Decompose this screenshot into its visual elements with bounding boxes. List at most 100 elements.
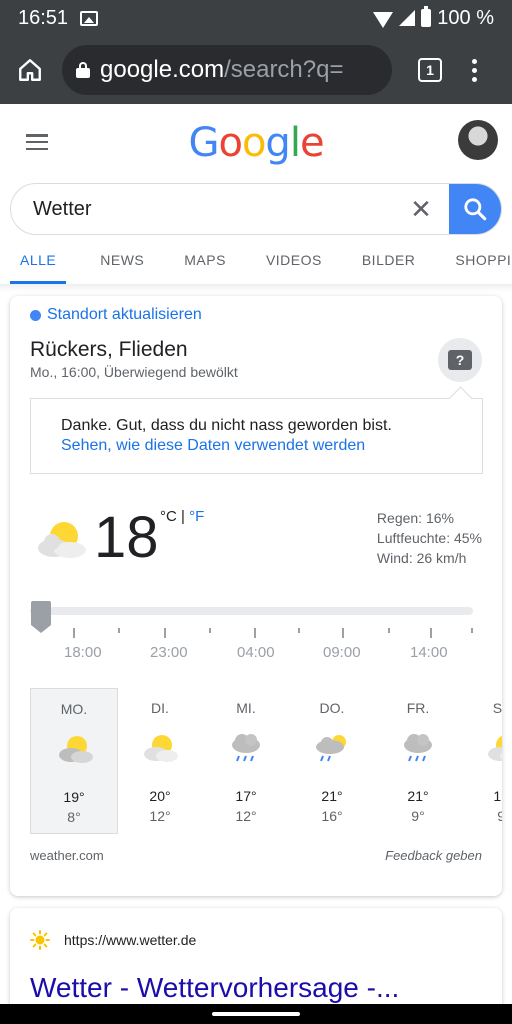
time-slider-handle[interactable] [31,601,51,633]
search-icon [464,198,487,221]
partly-cloudy-icon [38,522,86,558]
time-label: 23:00 [150,644,188,661]
home-gesture-pill[interactable] [212,1012,300,1016]
result-url[interactable]: https://www.wetter.de [64,932,196,948]
time-ticks [30,628,473,638]
url-path: /search?q= [224,56,344,83]
partly-cloudy-icon [144,735,178,762]
feedback-link[interactable]: Feedback geben [385,848,482,863]
tab-news[interactable]: NEWS [100,240,144,284]
tab-switcher-button[interactable]: 1 [418,58,442,82]
forecast-day[interactable]: DI. 20° 12° [116,688,204,834]
partly-cloudy-icon [59,736,93,763]
google-header: Google [0,104,512,182]
overflow-menu-button[interactable] [472,58,477,82]
time-label: 18:00 [64,644,102,661]
status-icons: 100 % [373,6,494,30]
forecast-day[interactable]: FR. 21° 9° [374,688,462,834]
home-button[interactable] [14,54,46,86]
forecast-day[interactable]: DO. 21° 16° [288,688,376,834]
day-high: 17° [235,788,257,804]
current-temperature: 18 [94,505,159,570]
day-low: 9° [411,808,425,824]
day-name: DI. [151,700,169,716]
unit-separator: | [181,508,185,525]
tab-shopping[interactable]: SHOPPING [455,240,512,284]
clear-search-icon[interactable]: ✕ [401,189,441,229]
humidity-stat: Luftfeuchte: 45% [376,530,482,546]
update-location-label: Standort aktualisieren [47,306,202,323]
url-domain: google.com [100,56,225,83]
day-name: DO. [319,700,345,716]
android-nav-bar [0,1004,512,1024]
rain-cloud-icon [232,734,260,762]
result-title-link[interactable]: Wetter - Wettervorhersage -... [30,972,399,1004]
forecast-day[interactable]: SA. 19° 9° [460,688,502,834]
search-button[interactable] [449,184,501,234]
google-logo[interactable]: Google [0,120,512,166]
wifi-icon [373,12,394,28]
question-icon: ? [448,350,472,370]
weather-subtitle: Mo., 16:00, Überwiegend bewölkt [30,364,238,380]
search-tabs: ALLE NEWS MAPS VIDEOS BILDER SHOPPING [0,240,512,284]
rain-sun-cloud-icon [316,735,346,762]
day-low: 12° [149,808,171,824]
weather-location: Rückers, Flieden [30,338,188,361]
daily-forecast: MO. 19° 8° DI. 20° 12° MI. 17° 12° DO. 2… [30,688,502,834]
time-label: 04:00 [237,644,275,661]
day-name: FR. [406,700,430,716]
day-name: MO. [60,701,88,717]
update-location-link[interactable]: Standort aktualisieren [30,306,202,324]
feedback-bubble: Danke. Gut, dass du nicht nass geworden … [30,398,483,474]
tabs-shadow [0,284,512,292]
time-labels: 18:00 23:00 04:00 09:00 14:00 [30,644,490,664]
location-dot-icon [30,309,41,321]
status-bar: 16:51 100 % [0,0,512,36]
account-avatar[interactable] [458,120,498,160]
forecast-day[interactable]: MI. 17° 12° [202,688,290,834]
address-bar[interactable]: google.com/search?q= [62,45,392,95]
day-low: 16° [321,808,343,824]
time-label: 09:00 [323,644,361,661]
feedback-thanks: Danke. Gut, dass du nicht nass geworden … [61,417,392,434]
day-low: 8° [67,809,81,825]
day-name: MI. [236,700,256,716]
day-low: 9° [497,808,502,824]
signal-icon [399,10,416,26]
lock-icon [76,62,90,78]
day-name: SA. [492,700,502,716]
partly-cloudy-icon [488,735,502,761]
search-input[interactable]: Wetter [11,198,401,221]
sun-favicon-icon [30,930,50,950]
tab-bilder[interactable]: BILDER [362,240,416,284]
day-high: 21° [321,788,343,804]
forecast-day[interactable]: MO. 19° 8° [30,688,118,834]
time-slider-track[interactable] [30,607,473,615]
wind-stat: Wind: 26 km/h [376,550,467,566]
status-time: 16:51 [18,6,69,29]
tab-maps[interactable]: MAPS [184,240,226,284]
weather-card: Standort aktualisieren Rückers, Flieden … [10,296,502,896]
unit-toggle: °C | °F [160,508,204,525]
day-low: 12° [235,808,257,824]
battery-level: 100 % [437,6,494,29]
tab-alle[interactable]: ALLE [10,240,67,284]
image-notification-icon [80,10,99,26]
day-high: 19° [493,788,502,804]
tab-videos[interactable]: VIDEOS [266,240,322,284]
weather-source-link[interactable]: weather.com [30,848,104,863]
unit-fahrenheit[interactable]: °F [189,508,204,525]
unit-celsius[interactable]: °C [160,508,177,525]
weather-stats: Regen: 16% Luftfeuchte: 45% Wind: 26 km/… [377,508,482,568]
day-high: 19° [63,789,85,805]
data-usage-link[interactable]: Sehen, wie diese Daten verwendet werden [61,437,365,455]
battery-icon [421,6,432,27]
day-high: 21° [407,788,429,804]
time-label: 14:00 [410,644,448,661]
rain-stat: Regen: 16% [376,510,454,526]
search-box: Wetter ✕ [10,183,502,235]
help-button[interactable]: ? [438,338,482,382]
rain-cloud-icon [404,734,432,762]
browser-toolbar: google.com/search?q= 1 [0,36,512,104]
home-icon [19,59,41,81]
